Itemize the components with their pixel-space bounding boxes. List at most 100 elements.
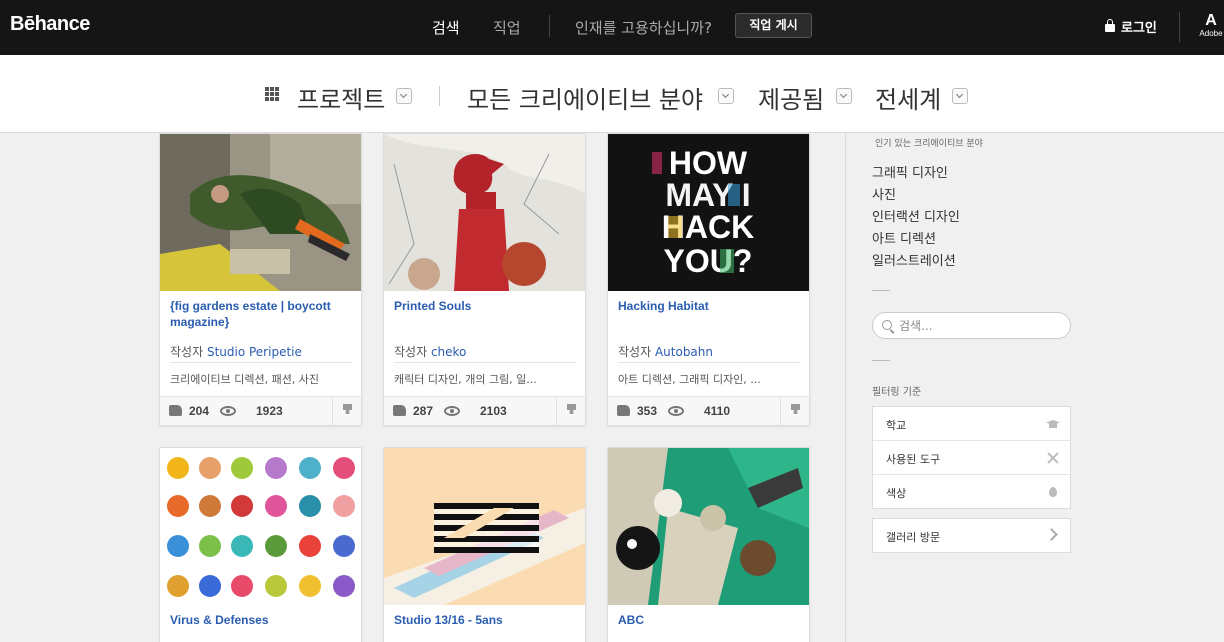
author-name[interactable]: Autobahn — [655, 345, 713, 359]
author-name[interactable]: cheko — [431, 345, 466, 359]
appreciate-icon[interactable] — [556, 397, 585, 425]
popular-field-link[interactable]: 일러스트레이션 — [872, 250, 956, 269]
project-title[interactable]: ABC — [618, 612, 800, 628]
search-icon — [882, 320, 892, 330]
drop-icon — [1046, 485, 1060, 499]
project-thumbnail[interactable] — [160, 134, 361, 291]
chevron-down-icon[interactable] — [952, 88, 968, 104]
tools-icon — [1046, 451, 1060, 465]
project-stats: 204 1923 — [160, 396, 361, 425]
sidebar: 인기 있는 크리에이티브 분야 그래픽 디자인 사진 인터랙션 디자인 아트 디… — [845, 133, 1224, 642]
project-stats: 353 4110 — [608, 396, 809, 425]
thumbs-up-icon — [393, 405, 406, 416]
project-title[interactable]: Printed Souls — [394, 298, 576, 314]
adobe-logo[interactable]: A Adobe — [1198, 13, 1224, 39]
thumbs-up-icon — [169, 405, 182, 416]
likes-count: 287 — [413, 404, 434, 418]
popular-field-link[interactable]: 인터랙션 디자인 — [872, 206, 960, 225]
popular-field-link[interactable]: 그래픽 디자인 — [872, 162, 948, 181]
project-title[interactable]: {fig gardens estate | boycott magazine} — [170, 298, 352, 330]
filter-divider — [439, 86, 440, 106]
sidebar-rule — [872, 290, 890, 291]
adobe-mark: A — [1205, 12, 1217, 29]
top-bar: Bēhance 검색 직업 인재를 고용하십니까? 직업 게시 로그인 A Ad… — [0, 0, 1224, 55]
filter-by-label: 필터링 기준 — [872, 387, 922, 398]
adobe-divider — [1179, 12, 1180, 42]
filter-list: 학교 사용된 도구 색상 — [872, 406, 1071, 509]
filter-tools-label: 사용된 도구 — [886, 453, 941, 466]
gallery-visit-label: 갤러리 방문 — [886, 531, 941, 544]
filter-bar: 프로젝트 모든 크리에이티브 분야 제공됨 전세계 — [0, 55, 1224, 133]
project-card[interactable]: Printed Souls 작성자 cheko 캐릭터 디자인, 개의 그림, … — [383, 133, 586, 426]
project-thumbnail[interactable]: HOW MAY I HACK YOU? — [608, 134, 809, 291]
eye-icon — [220, 406, 236, 416]
appreciate-icon[interactable] — [332, 397, 361, 425]
project-title[interactable]: Hacking Habitat — [618, 298, 800, 314]
graduation-cap-icon — [1046, 417, 1060, 431]
thumb-text-line: YOU? — [664, 243, 753, 279]
eye-icon — [668, 406, 684, 416]
filter-color[interactable]: 색상 — [873, 475, 1070, 509]
project-fields: 아트 디렉션, 그래픽 디자인, ... — [618, 373, 761, 386]
likes-count: 204 — [189, 404, 210, 418]
chevron-down-icon[interactable] — [718, 88, 734, 104]
card-divider — [618, 362, 800, 363]
chevron-down-icon[interactable] — [396, 88, 412, 104]
project-title[interactable]: Virus & Defenses — [170, 612, 352, 628]
filter-color-label: 색상 — [886, 487, 907, 500]
popular-fields-heading: 인기 있는 크리에이티브 분야 — [875, 139, 983, 149]
author-prefix: 작성자 — [170, 345, 204, 359]
author-prefix: 작성자 — [394, 345, 428, 359]
filter-school[interactable]: 학교 — [873, 407, 1070, 441]
popular-field-link[interactable]: 사진 — [872, 184, 896, 203]
filter-school-label: 학교 — [886, 419, 907, 432]
card-divider — [394, 362, 576, 363]
hire-question[interactable]: 인재를 고용하십니까? — [575, 17, 712, 38]
appreciate-icon[interactable] — [780, 397, 809, 425]
views-count: 1923 — [256, 404, 283, 418]
thumb-text-line: HOW — [669, 145, 748, 181]
views-count: 4110 — [704, 404, 731, 418]
card-divider — [170, 362, 352, 363]
project-card[interactable]: HOW MAY I HACK YOU? Hacking Habitat 작성자 … — [607, 133, 810, 426]
filter-location[interactable]: 전세계 — [875, 80, 941, 115]
project-stats: 287 2103 — [384, 396, 585, 425]
gallery-visit-button[interactable]: 갤러리 방문 — [872, 518, 1071, 553]
chevron-down-icon[interactable] — [836, 88, 852, 104]
project-thumbnail[interactable] — [384, 134, 585, 291]
thumbs-up-icon — [617, 405, 630, 416]
chevron-right-icon — [1045, 528, 1058, 541]
eye-icon — [444, 406, 460, 416]
login-label: 로그인 — [1121, 21, 1157, 36]
popular-field-link[interactable]: 아트 디렉션 — [872, 228, 936, 247]
project-card[interactable]: ABC — [607, 447, 810, 642]
author-name[interactable]: Studio Peripetie — [207, 345, 302, 359]
project-card[interactable]: Studio 13/16 - 5ans — [383, 447, 586, 642]
login-button[interactable]: 로그인 — [1105, 17, 1157, 36]
nav-jobs[interactable]: 직업 — [493, 17, 521, 38]
project-fields: 캐릭터 디자인, 개의 그림, 일... — [394, 373, 537, 386]
post-job-button[interactable]: 직업 게시 — [735, 13, 812, 38]
search-box — [872, 312, 1071, 339]
project-card[interactable]: {fig gardens estate | boycott magazine} … — [159, 133, 362, 426]
project-thumbnail[interactable] — [384, 448, 585, 605]
filter-featured[interactable]: 제공됨 — [758, 80, 824, 115]
project-title[interactable]: Studio 13/16 - 5ans — [394, 612, 576, 628]
filter-creative-fields[interactable]: 모든 크리에이티브 분야 — [467, 80, 703, 115]
project-thumbnail[interactable] — [608, 448, 809, 605]
project-card[interactable]: Virus & Defenses — [159, 447, 362, 642]
search-input[interactable] — [899, 317, 1059, 335]
project-author: 작성자 Studio Peripetie — [170, 343, 302, 360]
project-author: 작성자 cheko — [394, 343, 466, 360]
behance-logo[interactable]: Bēhance — [10, 13, 90, 36]
project-author: 작성자 Autobahn — [618, 343, 713, 360]
adobe-text: Adobe — [1199, 29, 1223, 38]
nav-search[interactable]: 검색 — [432, 17, 460, 38]
filter-tools[interactable]: 사용된 도구 — [873, 441, 1070, 475]
filter-projects[interactable]: 프로젝트 — [297, 80, 385, 115]
author-prefix: 작성자 — [618, 345, 652, 359]
likes-count: 353 — [637, 404, 658, 418]
project-thumbnail[interactable] — [160, 448, 361, 605]
nav-divider — [549, 15, 550, 37]
views-count: 2103 — [480, 404, 507, 418]
